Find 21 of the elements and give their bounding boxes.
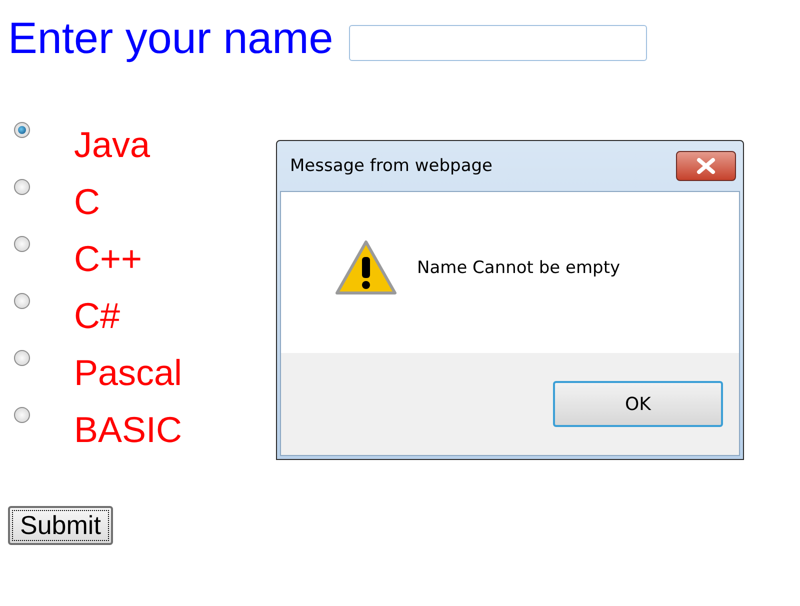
- language-label: C++: [74, 238, 142, 280]
- language-label: BASIC: [74, 409, 182, 451]
- language-label: C#: [74, 295, 120, 337]
- dialog-title: Message from webpage: [290, 156, 492, 176]
- dialog-message: Name Cannot be empty: [417, 258, 620, 278]
- radio-button[interactable]: [14, 236, 30, 252]
- name-input-field[interactable]: [349, 25, 648, 61]
- language-label: Pascal: [74, 352, 182, 394]
- ok-button[interactable]: OK: [553, 381, 723, 427]
- radio-button[interactable]: [14, 179, 30, 195]
- close-button[interactable]: [676, 151, 736, 181]
- radio-button[interactable]: [14, 122, 30, 138]
- radio-button[interactable]: [14, 350, 30, 366]
- language-label: C: [74, 181, 100, 223]
- radio-button[interactable]: [14, 293, 30, 309]
- warning-icon: [335, 240, 397, 296]
- close-icon: [696, 158, 716, 174]
- submit-button[interactable]: Submit: [8, 506, 113, 545]
- radio-button[interactable]: [14, 407, 30, 423]
- language-label: Java: [74, 124, 150, 166]
- name-label: Enter your name: [8, 14, 334, 64]
